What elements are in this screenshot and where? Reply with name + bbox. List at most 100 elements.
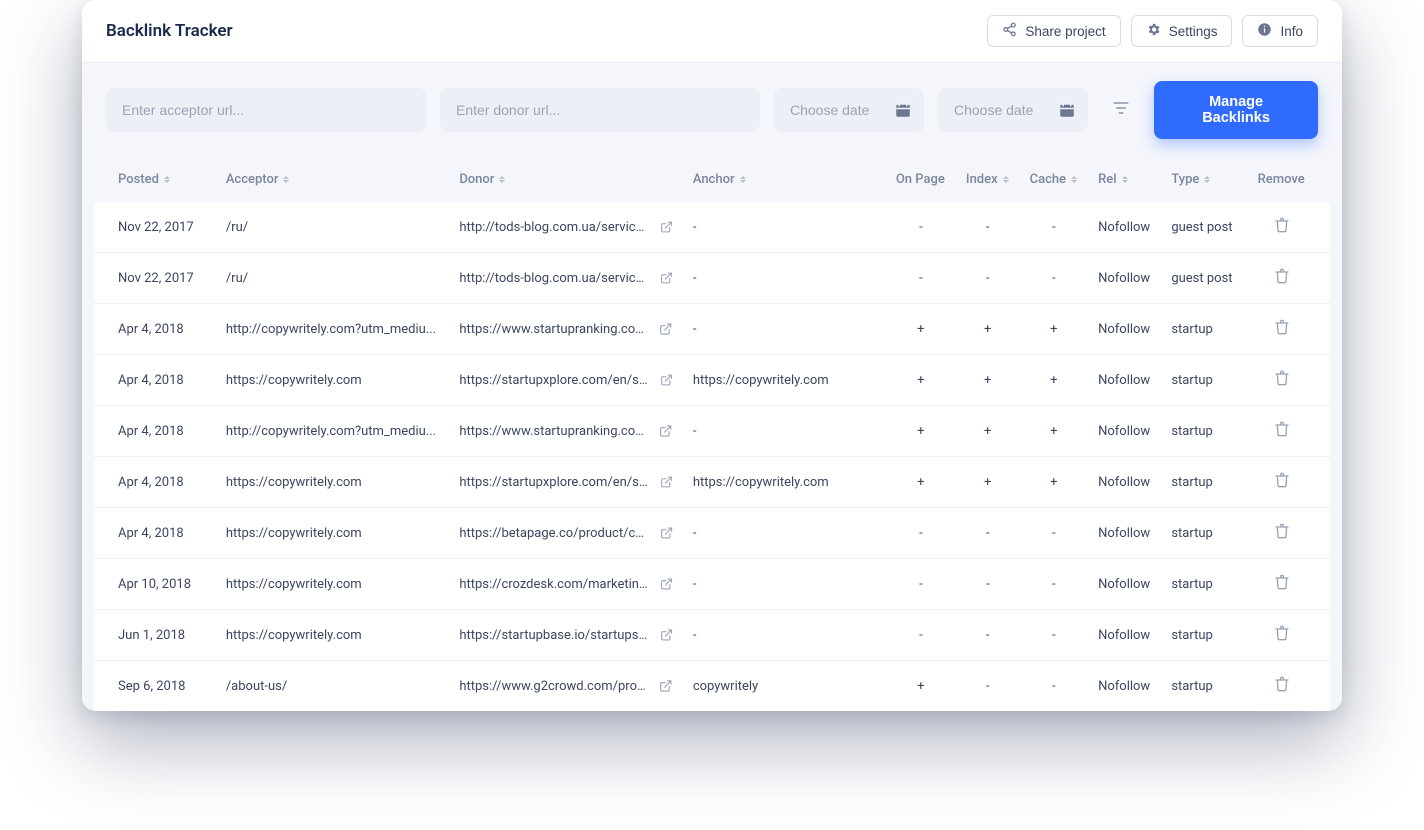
cell-donor: https://www.startupranking.com... xyxy=(449,304,683,355)
manage-backlinks-button[interactable]: Manage Backlinks xyxy=(1154,81,1318,139)
cell-cache: + xyxy=(1020,406,1088,457)
sort-icon xyxy=(164,176,170,183)
trash-icon[interactable] xyxy=(1274,370,1290,386)
cell-acceptor: /ru/ xyxy=(216,202,450,253)
cell-index: - xyxy=(956,508,1020,559)
cell-onpage: + xyxy=(886,457,956,508)
table-row: Apr 4, 2018http://copywritely.com?utm_me… xyxy=(94,304,1330,355)
share-project-button[interactable]: Share project xyxy=(987,15,1120,47)
col-acceptor-header[interactable]: Acceptor xyxy=(226,172,290,187)
filter-button[interactable] xyxy=(1102,88,1140,132)
trash-icon[interactable] xyxy=(1274,217,1290,233)
cell-onpage: + xyxy=(886,304,956,355)
cell-cache: + xyxy=(1020,457,1088,508)
cell-onpage: + xyxy=(886,406,956,457)
trash-icon[interactable] xyxy=(1274,268,1290,284)
trash-icon[interactable] xyxy=(1274,472,1290,488)
external-link-icon[interactable] xyxy=(660,271,673,285)
cell-cache: + xyxy=(1020,304,1088,355)
sort-icon xyxy=(1204,176,1210,183)
cell-posted: Apr 4, 2018 xyxy=(94,304,216,355)
external-link-icon[interactable] xyxy=(660,577,673,591)
external-link-icon[interactable] xyxy=(659,424,672,438)
cell-onpage: - xyxy=(886,559,956,610)
trash-icon[interactable] xyxy=(1274,523,1290,539)
cell-index: + xyxy=(956,406,1020,457)
trash-icon[interactable] xyxy=(1274,676,1290,692)
cell-acceptor: http://copywritely.com?utm_mediu... xyxy=(216,304,450,355)
filter-icon xyxy=(1111,98,1131,122)
external-link-icon[interactable] xyxy=(660,373,673,387)
cell-acceptor: https://copywritely.com xyxy=(216,610,450,661)
table-row: Apr 4, 2018http://copywritely.com?utm_me… xyxy=(94,406,1330,457)
cell-donor: http://tods-blog.com.ua/services/... xyxy=(449,253,683,304)
cell-donor: https://startupxplore.com/en/star... xyxy=(449,457,683,508)
cell-index: - xyxy=(956,610,1020,661)
cell-rel: Nofollow xyxy=(1088,406,1161,457)
trash-icon[interactable] xyxy=(1274,625,1290,641)
table-row: Apr 4, 2018https://copywritely.comhttps:… xyxy=(94,355,1330,406)
external-link-icon[interactable] xyxy=(660,220,673,234)
cell-cache: - xyxy=(1020,202,1088,253)
info-button[interactable]: Info xyxy=(1242,15,1318,47)
cell-posted: Apr 4, 2018 xyxy=(94,508,216,559)
cell-remove xyxy=(1248,457,1330,508)
table-row: Apr 4, 2018https://copywritely.comhttps:… xyxy=(94,508,1330,559)
table-header: Posted Acceptor Donor Anchor On Page Ind… xyxy=(94,157,1330,202)
cell-cache: - xyxy=(1020,559,1088,610)
cell-donor: https://startupxplore.com/en/star... xyxy=(449,355,683,406)
backlinks-table: Posted Acceptor Donor Anchor On Page Ind… xyxy=(94,157,1330,711)
cell-index: - xyxy=(956,253,1020,304)
settings-button[interactable]: Settings xyxy=(1131,15,1233,47)
cell-onpage: - xyxy=(886,253,956,304)
col-rel-header[interactable]: Rel xyxy=(1098,172,1127,187)
cell-remove xyxy=(1248,406,1330,457)
cell-posted: Jun 1, 2018 xyxy=(94,610,216,661)
col-posted-header[interactable]: Posted xyxy=(118,172,170,187)
cell-anchor: - xyxy=(683,406,886,457)
external-link-icon[interactable] xyxy=(659,322,672,336)
cell-cache: - xyxy=(1020,610,1088,661)
acceptor-url-input[interactable] xyxy=(106,88,426,132)
info-label: Info xyxy=(1280,24,1303,39)
cell-rel: Nofollow xyxy=(1088,202,1161,253)
filters-row: Manage Backlinks xyxy=(94,81,1330,157)
cell-posted: Nov 22, 2017 xyxy=(94,253,216,304)
cell-donor: https://www.startupranking.com... xyxy=(449,406,683,457)
trash-icon[interactable] xyxy=(1274,574,1290,590)
cell-acceptor: https://copywritely.com xyxy=(216,457,450,508)
page-title: Backlink Tracker xyxy=(106,21,233,41)
cell-onpage: - xyxy=(886,610,956,661)
external-link-icon[interactable] xyxy=(660,526,673,540)
cell-index: - xyxy=(956,661,1020,712)
trash-icon[interactable] xyxy=(1274,421,1290,437)
cell-anchor: - xyxy=(683,253,886,304)
col-anchor-header[interactable]: Anchor xyxy=(693,172,746,187)
cell-acceptor: /ru/ xyxy=(216,253,450,304)
cell-posted: Nov 22, 2017 xyxy=(94,202,216,253)
trash-icon[interactable] xyxy=(1274,319,1290,335)
cell-rel: Nofollow xyxy=(1088,355,1161,406)
cell-anchor: https://copywritely.com xyxy=(683,457,886,508)
cell-index: + xyxy=(956,304,1020,355)
cell-acceptor: https://copywritely.com xyxy=(216,559,450,610)
col-onpage-header[interactable]: On Page xyxy=(896,172,945,187)
col-type-header[interactable]: Type xyxy=(1171,172,1210,187)
table-row: Sep 6, 2018/about-us/https://www.g2crowd… xyxy=(94,661,1330,712)
external-link-icon[interactable] xyxy=(659,679,673,693)
date-to-wrap xyxy=(938,88,1088,132)
cell-type: guest post xyxy=(1161,202,1247,253)
donor-url-input[interactable] xyxy=(440,88,760,132)
external-link-icon[interactable] xyxy=(660,475,673,489)
cell-rel: Nofollow xyxy=(1088,508,1161,559)
external-link-icon[interactable] xyxy=(660,628,673,642)
cell-onpage: + xyxy=(886,355,956,406)
col-cache-header[interactable]: Cache xyxy=(1030,172,1077,187)
col-donor-header[interactable]: Donor xyxy=(459,172,505,187)
settings-label: Settings xyxy=(1169,24,1218,39)
cell-index: - xyxy=(956,202,1020,253)
col-index-header[interactable]: Index xyxy=(966,172,1009,187)
cell-posted: Apr 4, 2018 xyxy=(94,457,216,508)
sort-icon xyxy=(283,176,289,183)
col-remove-header: Remove xyxy=(1258,172,1305,187)
